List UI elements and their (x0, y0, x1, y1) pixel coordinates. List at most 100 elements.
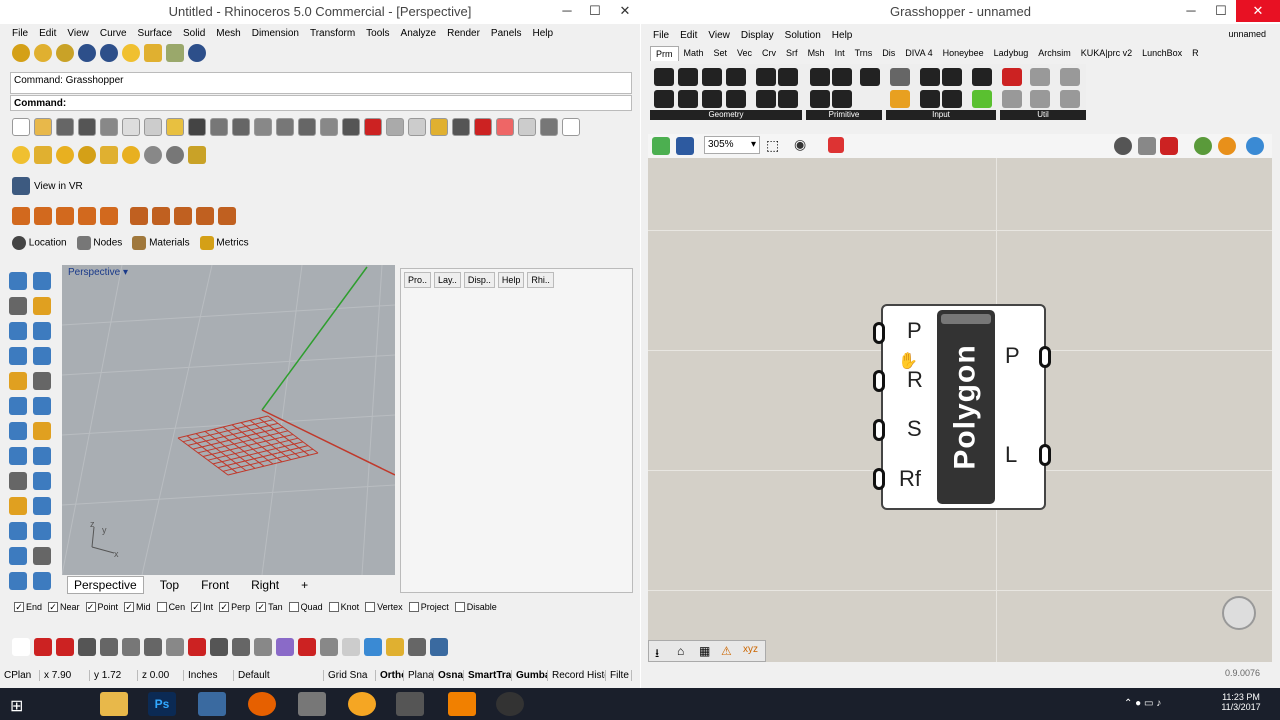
firefox-icon[interactable] (248, 692, 276, 716)
tool-icon[interactable] (33, 422, 51, 440)
tab-r[interactable]: R (1187, 46, 1204, 61)
component-icon[interactable] (810, 68, 830, 86)
component-icon[interactable] (890, 90, 910, 108)
menu-item-panels[interactable]: Panels (491, 28, 522, 39)
sphere-icon[interactable] (518, 118, 536, 136)
status-0[interactable]: CPlan (0, 669, 40, 681)
checkbox[interactable]: ✓ (85, 602, 96, 612)
component-icon[interactable] (890, 68, 910, 86)
status-12[interactable]: Record Histo (548, 669, 606, 681)
menu-item-help[interactable]: Help (533, 28, 554, 39)
material-icon[interactable] (474, 118, 492, 136)
component-icon[interactable] (920, 68, 940, 86)
zoom-extents-icon[interactable] (298, 118, 316, 136)
brick-icon[interactable] (130, 207, 148, 225)
perspective-viewport[interactable]: Perspective ▾ y x z (62, 265, 395, 575)
osnap-int[interactable]: ✓ Int (191, 602, 213, 612)
tool-icon[interactable] (33, 447, 51, 465)
status-9[interactable]: Osnap (434, 669, 464, 681)
component-icon[interactable] (726, 90, 746, 108)
component-icon[interactable] (756, 68, 776, 86)
tool-icon[interactable] (298, 638, 316, 656)
vlc-icon[interactable] (448, 692, 476, 716)
render-icon[interactable] (78, 44, 96, 62)
minimize-button[interactable]: ─ (1176, 0, 1206, 22)
viewport-tab-perspective[interactable]: Perspective (67, 576, 144, 594)
component-icon[interactable] (832, 90, 852, 108)
rhino-active-icon[interactable] (396, 692, 424, 716)
input-port[interactable]: Rf (899, 466, 921, 492)
osnap-disable[interactable]: Disable (454, 602, 497, 612)
tool-icon[interactable] (33, 397, 51, 415)
menu-item-tools[interactable]: Tools (366, 28, 389, 39)
sun-icon[interactable] (12, 146, 30, 164)
output-port[interactable]: P (1005, 343, 1020, 369)
material-icon[interactable] (34, 146, 52, 164)
component-icon[interactable] (860, 68, 880, 86)
component-icon[interactable] (942, 90, 962, 108)
menu-item-file[interactable]: File (12, 28, 28, 39)
menu-item-edit[interactable]: Edit (39, 28, 56, 39)
render-icon[interactable] (100, 44, 118, 62)
plugin-icon[interactable] (34, 44, 52, 62)
checkbox[interactable]: ✓ (191, 602, 202, 612)
input-grip[interactable] (873, 370, 885, 392)
tool-icon[interactable] (276, 638, 294, 656)
plugin-icon[interactable] (56, 44, 74, 62)
checkbox[interactable] (365, 602, 376, 612)
tool-icon[interactable] (364, 638, 382, 656)
menu-item-display[interactable]: Display (741, 30, 774, 41)
menu-item-surface[interactable]: Surface (138, 28, 172, 39)
tool-icon[interactable] (166, 638, 184, 656)
shaded-icon[interactable] (1160, 137, 1178, 155)
component-icon[interactable] (1060, 90, 1080, 108)
tool-icon[interactable] (33, 297, 51, 315)
close-button[interactable]: ✕ (610, 0, 640, 22)
tab-diva-4[interactable]: DIVA 4 (900, 46, 937, 61)
tool-icon[interactable] (9, 572, 27, 590)
osnap-tan[interactable]: ✓ Tan (256, 602, 283, 612)
checkbox[interactable] (408, 602, 419, 612)
lock-icon[interactable] (452, 118, 470, 136)
tab-crv[interactable]: Crv (757, 46, 781, 61)
sketch-tool-icon[interactable]: ⌂ (677, 644, 684, 658)
menu-item-solution[interactable]: Solution (785, 30, 821, 41)
osnap-perp[interactable]: ✓ Perp (219, 602, 250, 612)
status-7[interactable]: Ortho (376, 669, 404, 681)
tool-icon[interactable] (210, 638, 228, 656)
tool-icon[interactable] (33, 347, 51, 365)
gh-canvas[interactable]: P R S Rf Polygon P L ✋ (648, 158, 1272, 662)
light-icon[interactable] (430, 118, 448, 136)
component-icon[interactable] (1002, 90, 1022, 108)
checkbox[interactable] (454, 602, 465, 612)
tool-icon[interactable] (9, 522, 27, 540)
component-icon[interactable] (942, 68, 962, 86)
tool-icon[interactable] (430, 638, 448, 656)
brick-icon[interactable] (174, 207, 192, 225)
tool-icon[interactable] (9, 272, 27, 290)
tool-icon[interactable] (34, 638, 52, 656)
tool-icon[interactable] (33, 272, 51, 290)
tool-icon[interactable] (144, 638, 162, 656)
environment-icon[interactable] (166, 44, 184, 62)
brick-icon[interactable] (78, 207, 96, 225)
component-icon[interactable] (654, 68, 674, 86)
minimize-button[interactable]: ─ (552, 0, 582, 22)
checkbox[interactable]: ✓ (124, 602, 135, 612)
tab-archsim[interactable]: Archsim (1033, 46, 1076, 61)
panel-tab[interactable]: Help (497, 272, 525, 288)
brick-icon[interactable] (56, 207, 74, 225)
output-grip[interactable] (1039, 346, 1051, 368)
component-icon[interactable] (1060, 68, 1080, 86)
panel-tab[interactable]: Disp.. (463, 272, 495, 288)
component-icon[interactable] (1030, 90, 1050, 108)
checkbox[interactable] (288, 602, 299, 612)
sphere-icon[interactable] (78, 146, 96, 164)
tab-ladybug[interactable]: Ladybug (989, 46, 1034, 61)
tool-icon[interactable] (33, 572, 51, 590)
tool-icon[interactable] (33, 372, 51, 390)
location-tab[interactable]: Location (12, 236, 67, 250)
component-icon[interactable] (702, 68, 722, 86)
import-icon[interactable] (100, 118, 118, 136)
tool-icon[interactable] (9, 547, 27, 565)
